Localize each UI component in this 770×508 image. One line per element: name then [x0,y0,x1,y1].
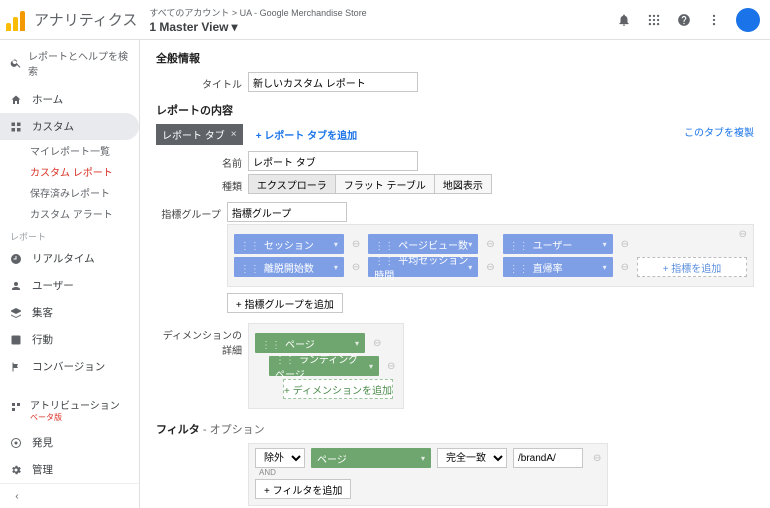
add-metric-button[interactable]: + 指標を追加 [637,257,747,277]
input-title[interactable] [248,72,418,92]
sidebar-sub-custom-reports[interactable]: カスタム レポート [0,164,139,179]
label-title: タイトル [156,72,248,91]
add-metric-group-button[interactable]: + 指標グループを追加 [227,293,343,313]
sidebar-item-home[interactable]: ホーム [0,86,139,113]
label-dimension: ディメンションの詳細 [156,323,248,357]
sidebar-collapse[interactable]: ‹ [0,483,139,508]
breadcrumb-text: すべてのアカウント > UA - Google Merchandise Stor… [149,6,366,19]
remove-group-icon[interactable]: ⊖ [739,229,747,240]
sidebar: レポートとヘルプを検索 ホーム カスタム マイレポート一覧 カスタム レポート … [0,40,140,508]
discover-icon [10,437,24,449]
app-title: アナリティクス [34,9,137,30]
filter-include-select[interactable]: 除外 [255,448,305,468]
attribution-icon [10,401,22,413]
remove-filter-icon[interactable]: ⊖ [593,453,601,464]
gear-icon [10,464,24,476]
sidebar-sub-custom-alerts[interactable]: カスタム アラート [0,206,139,221]
sidebar-item-audience[interactable]: ユーザー [0,272,139,299]
sidebar-sub-saved-reports[interactable]: 保存済みレポート [0,185,139,200]
metric-pill[interactable]: ⋮⋮ページビュー数▾ [368,234,478,254]
search-icon [10,57,22,69]
section-general: 全般情報 [156,50,754,66]
sidebar-item-admin[interactable]: 管理 [0,456,139,483]
acquisition-icon [10,307,24,319]
sidebar-reports-header: レポート [0,224,139,245]
input-metric-group-name[interactable] [227,202,347,222]
flag-icon [10,361,24,373]
remove-dimension-icon[interactable]: ⊖ [385,361,397,372]
label-metric-group: 指標グループ [156,202,227,221]
type-toggle: エクスプローラ フラット テーブル 地図表示 [248,174,492,194]
main-content: 全般情報 タイトル レポートの内容 このタブを複製 レポート タブ × + レポ… [140,40,770,508]
filter-dimension-pill[interactable]: ページ▾ [311,448,431,468]
ga-logo-icon [6,9,28,31]
add-report-tab-link[interactable]: + レポート タブを追加 [256,131,357,142]
remove-metric-icon[interactable]: ⊖ [619,262,631,273]
dimension-pill[interactable]: ⋮⋮ページ▾ [255,333,365,353]
close-icon[interactable]: × [231,129,237,140]
clock-icon [10,253,24,265]
sidebar-item-acquisition[interactable]: 集客 [0,299,139,326]
sidebar-item-conversions[interactable]: コンバージョン [0,353,139,380]
filter-and-label: AND [259,468,601,477]
search-placeholder: レポートとヘルプを検索 [28,48,129,78]
type-option-map[interactable]: 地図表示 [435,174,492,194]
sidebar-item-behavior[interactable]: 行動 [0,326,139,353]
metric-pill[interactable]: ⋮⋮セッション▾ [234,234,344,254]
user-icon [10,280,24,292]
add-dimension-button[interactable]: + ディメンションを追加 [283,379,393,399]
home-icon [10,94,24,106]
sidebar-item-realtime[interactable]: リアルタイム [0,245,139,272]
add-filter-button[interactable]: + フィルタを追加 [255,479,351,499]
remove-metric-icon[interactable]: ⊖ [484,262,496,273]
metric-pill[interactable]: ⋮⋮離脱開始数▾ [234,257,344,277]
sidebar-sub-my-reports[interactable]: マイレポート一覧 [0,143,139,158]
metric-pill[interactable]: ⋮⋮平均セッション時間▾ [368,257,478,277]
dimension-pill[interactable]: ⋮⋮ランディング ページ▾ [269,356,379,376]
avatar[interactable] [736,8,760,32]
sidebar-item-discover[interactable]: 発見 [0,429,139,456]
report-tab-chip[interactable]: レポート タブ × [156,124,243,145]
filter-value-input[interactable] [513,448,583,468]
behavior-icon [10,334,24,346]
sidebar-item-attribution[interactable]: アトリビューション ベータ版 [0,395,139,429]
section-filter: フィルタ - オプション [156,421,754,437]
sidebar-search[interactable]: レポートとヘルプを検索 [0,40,139,86]
remove-metric-icon[interactable]: ⊖ [350,262,362,273]
view-picker[interactable]: 1 Master View ▾ [149,20,366,34]
kebab-icon[interactable] [706,12,722,28]
metric-pill[interactable]: ⋮⋮ユーザー▾ [503,234,613,254]
beta-badge: ベータ版 [30,413,120,423]
remove-metric-icon[interactable]: ⊖ [350,239,362,250]
filter-box: 除外 ページ▾ 完全一致 ⊖ AND + フィルタを追加 [248,443,608,506]
dimension-box: ⋮⋮ページ▾ ⊖ ⋮⋮ランディング ページ▾ ⊖ + ディメンションを追加 [248,323,404,409]
filter-match-select[interactable]: 完全一致 [437,448,507,468]
section-content: レポートの内容 [156,102,754,118]
type-option-explorer[interactable]: エクスプローラ [248,174,336,194]
top-bar: アナリティクス すべてのアカウント > UA - Google Merchand… [0,0,770,40]
label-name: 名前 [156,151,248,170]
metric-pill[interactable]: ⋮⋮直帰率▾ [503,257,613,277]
help-icon[interactable] [676,12,692,28]
chevron-left-icon: ‹ [10,490,24,502]
notifications-icon[interactable] [616,12,632,28]
remove-dimension-icon[interactable]: ⊖ [371,338,383,349]
input-tab-name[interactable] [248,151,418,171]
caret-down-icon: ▾ [232,20,238,34]
custom-icon [10,121,24,133]
remove-metric-icon[interactable]: ⊖ [619,239,631,250]
account-breadcrumb[interactable]: すべてのアカウント > UA - Google Merchandise Stor… [149,6,366,34]
type-option-flat-table[interactable]: フラット テーブル [336,174,435,194]
duplicate-tab-link[interactable]: このタブを複製 [684,124,754,139]
label-type: 種類 [156,174,248,193]
metric-group-box: ⊖ ⋮⋮セッション▾ ⊖ ⋮⋮ページビュー数▾ ⊖ ⋮⋮ユーザー▾ ⊖ ⋮⋮離脱開始数… [227,224,754,287]
apps-grid-icon[interactable] [646,12,662,28]
remove-metric-icon[interactable]: ⊖ [484,239,496,250]
sidebar-item-custom[interactable]: カスタム [0,113,139,140]
